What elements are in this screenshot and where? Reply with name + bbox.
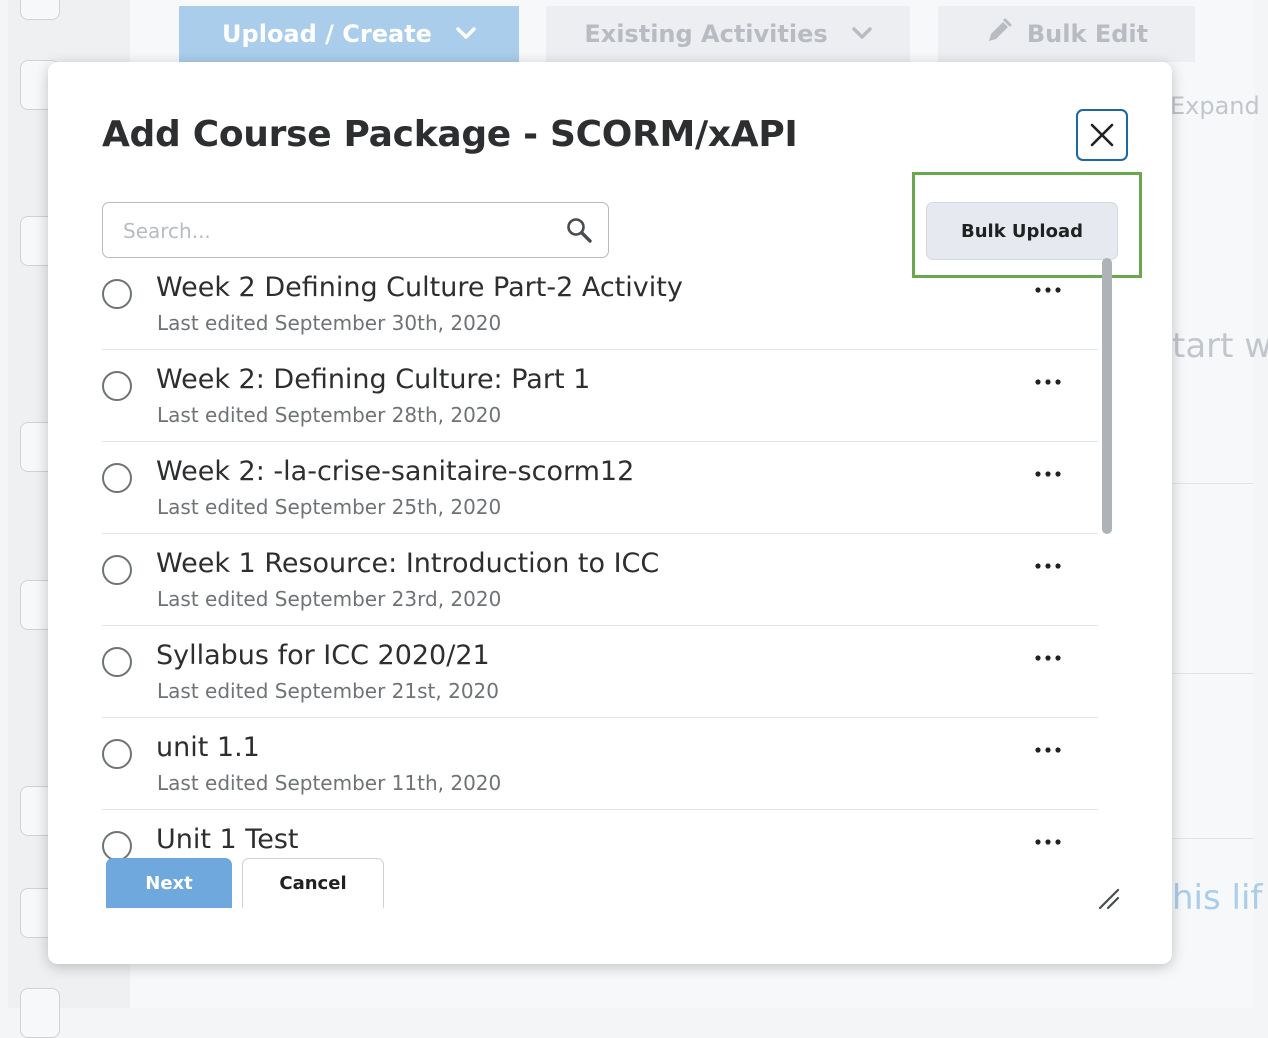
package-list: Week 2 Defining Culture Part-2 Activity … [102,258,1098,898]
item-name: Week 2 Defining Culture Part-2 Activity [156,272,683,303]
bulk-edit-label: Bulk Edit [1026,20,1149,48]
pencil-icon [985,17,1013,52]
item-name: Week 1 Resource: Introduction to ICC [156,548,660,579]
ellipsis-icon [1035,471,1061,477]
select-radio[interactable] [102,555,132,585]
select-radio[interactable] [102,739,132,769]
background-checkbox [20,0,60,20]
search-box [102,202,609,258]
list-item[interactable]: Syllabus for ICC 2020/21 Last edited Sep… [102,626,1098,718]
list-item[interactable]: Week 2 Defining Culture Part-2 Activity … [102,258,1098,350]
list-item[interactable]: Week 2: -la-crise-sanitaire-scorm12 Last… [102,442,1098,534]
select-radio[interactable] [102,371,132,401]
item-last-edited: Last edited September 25th, 2020 [157,495,502,519]
more-options-button[interactable] [1028,730,1068,770]
background-start-text: tart w [1172,326,1268,366]
more-options-button[interactable] [1028,454,1068,494]
more-options-button[interactable] [1028,546,1068,586]
select-radio[interactable] [102,831,132,861]
background-link-text: his lif [1172,878,1263,918]
background-checkbox [20,988,60,1038]
upload-create-label: Upload / Create [222,20,432,48]
search-input[interactable] [121,215,545,247]
select-radio[interactable] [102,279,132,309]
list-item[interactable]: unit 1.1 Last edited September 11th, 202… [102,718,1098,810]
select-radio[interactable] [102,647,132,677]
close-icon [1090,123,1114,147]
scrollbar-thumb[interactable] [1102,258,1112,534]
more-options-button[interactable] [1028,638,1068,678]
dialog-title: Add Course Package - SCORM/xAPI [102,114,798,155]
next-button[interactable]: Next [106,858,232,908]
list-item[interactable]: Week 2: Defining Culture: Part 1 Last ed… [102,350,1098,442]
item-last-edited: Last edited September 30th, 2020 [157,311,502,335]
item-name: Week 2: -la-crise-sanitaire-scorm12 [156,456,635,487]
more-options-button[interactable] [1028,822,1068,862]
item-last-edited: Last edited September 21st, 2020 [157,679,500,703]
add-course-package-dialog: Add Course Package - SCORM/xAPI Bulk Upl… [48,62,1172,964]
chevron-down-icon [851,22,872,46]
existing-activities-label: Existing Activities [584,20,828,48]
chevron-down-icon [456,22,476,46]
ellipsis-icon [1035,563,1061,569]
ellipsis-icon [1035,839,1061,845]
bulk-upload-button[interactable]: Bulk Upload [926,202,1118,260]
more-options-button[interactable] [1028,362,1068,402]
item-name: Syllabus for ICC 2020/21 [156,640,490,671]
upload-create-button[interactable]: Upload / Create [179,6,519,62]
list-item[interactable]: Week 1 Resource: Introduction to ICC Las… [102,534,1098,626]
ellipsis-icon [1035,379,1061,385]
cancel-button[interactable]: Cancel [242,858,384,908]
existing-activities-button[interactable]: Existing Activities [546,6,910,62]
search-icon[interactable] [565,216,593,244]
bulk-edit-button[interactable]: Bulk Edit [938,6,1195,62]
item-last-edited: Last edited September 23rd, 2020 [157,587,502,611]
item-name: unit 1.1 [156,732,260,763]
item-name: Week 2: Defining Culture: Part 1 [156,364,591,395]
ellipsis-icon [1035,287,1061,293]
more-options-button[interactable] [1028,270,1068,310]
background-expand-text: Expand [1170,92,1260,120]
item-name: Unit 1 Test [156,824,299,855]
ellipsis-icon [1035,655,1061,661]
close-button[interactable] [1076,109,1128,161]
select-radio[interactable] [102,463,132,493]
dialog-footer [48,908,1172,964]
item-last-edited: Last edited September 28th, 2020 [157,403,502,427]
resize-handle-icon[interactable] [1096,886,1120,910]
ellipsis-icon [1035,747,1061,753]
item-last-edited: Last edited September 11th, 2020 [157,771,502,795]
